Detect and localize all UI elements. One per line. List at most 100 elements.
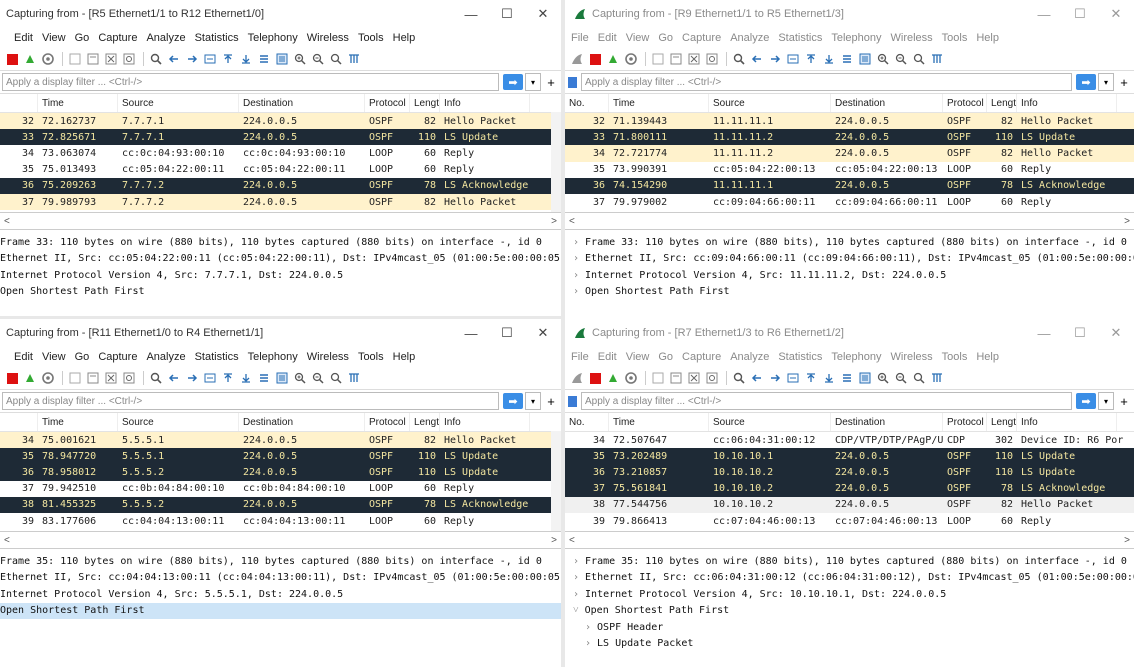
stop-capture-icon[interactable] [4,51,20,67]
menu-capture[interactable]: Capture [682,32,721,44]
col-destination[interactable]: Destination [239,94,365,112]
maximize-button[interactable]: ☐ [1062,319,1098,347]
menu-view[interactable]: View [626,351,650,363]
col-no[interactable]: No. [565,413,609,431]
first-packet-icon[interactable] [220,370,236,386]
find-packet-icon[interactable] [148,370,164,386]
col-length[interactable]: Length [410,94,440,112]
col-source[interactable]: Source [709,94,831,112]
stop-capture-icon[interactable] [587,370,603,386]
apply-filter-button[interactable]: ➡ [1076,74,1096,90]
reload-icon[interactable] [121,370,137,386]
first-packet-icon[interactable] [803,370,819,386]
packet-row[interactable]: 34 73.063074 cc:0c:04:93:00:10 cc:0c:04:93:… [0,145,561,162]
detail-ipv4[interactable]: Internet Protocol Version 4, Src: 5.5.5.… [0,586,561,603]
close-file-icon[interactable] [103,370,119,386]
detail-ospf[interactable]: ˅ Open Shortest Path First [573,603,1134,620]
col-destination[interactable]: Destination [831,413,943,431]
go-back-icon[interactable] [749,370,765,386]
restart-capture-icon[interactable] [605,370,621,386]
restart-capture-icon[interactable] [22,370,38,386]
menu-file[interactable]: File [571,351,589,363]
close-file-icon[interactable] [686,370,702,386]
apply-filter-button[interactable]: ➡ [1076,393,1096,409]
normal-size-icon[interactable] [911,370,927,386]
resize-columns-icon[interactable] [346,370,362,386]
col-protocol[interactable]: Protocol [365,94,410,112]
autoscroll-icon[interactable] [256,51,272,67]
menu-edit[interactable]: Edit [14,351,33,363]
maximize-button[interactable]: ☐ [1062,0,1098,28]
menu-go[interactable]: Go [75,32,90,44]
col-length[interactable]: Length [987,94,1017,112]
packet-list-scrollbar[interactable] [551,112,561,212]
close-button[interactable]: ✕ [1098,0,1134,28]
filter-history-dropdown[interactable]: ▾ [1098,73,1114,91]
reload-icon[interactable] [704,370,720,386]
zoom-in-icon[interactable] [875,51,891,67]
col-source[interactable]: Source [118,413,239,431]
packet-row[interactable]: 34 75.001621 5.5.5.1 224.0.0.5 OSPF 82 Hello P… [0,432,561,449]
add-filter-button[interactable]: + [544,75,558,90]
detail-ethernet[interactable]: › Ethernet II, Src: cc:09:04:66:00:11 (cc… [573,251,1134,268]
detail-ospf[interactable]: Open Shortest Path First [0,284,561,301]
title-bar[interactable]: Capturing from - [R5 Ethernet1/1 to R12 … [0,0,561,28]
resize-columns-icon[interactable] [346,51,362,67]
display-filter-input[interactable]: Apply a display filter ... <Ctrl-/> [2,73,499,91]
capture-options-icon[interactable] [40,370,56,386]
filter-history-dropdown[interactable]: ▾ [1098,392,1114,410]
menu-edit[interactable]: Edit [598,351,617,363]
packet-row[interactable]: 35 73.990391 cc:05:04:22:00:13 cc:05:04:22:… [565,161,1134,178]
maximize-button[interactable]: ☐ [489,319,525,347]
open-file-icon[interactable] [67,370,83,386]
menu-analyze[interactable]: Analyze [146,351,185,363]
zoom-in-icon[interactable] [875,370,891,386]
display-filter-input[interactable]: Apply a display filter ... <Ctrl-/> [2,392,499,410]
normal-size-icon[interactable] [328,51,344,67]
zoom-out-icon[interactable] [310,370,326,386]
find-packet-icon[interactable] [731,51,747,67]
menu-statistics[interactable]: Statistics [195,351,239,363]
minimize-button[interactable]: — [453,0,489,28]
filter-bookmark-icon[interactable] [568,76,577,88]
menu-tools[interactable]: Tools [358,32,384,44]
menu-statistics[interactable]: Statistics [778,32,822,44]
packet-list-hscroll[interactable]: < > [565,532,1134,549]
packet-row[interactable]: 36 73.210857 10.10.10.2 224.0.0.5 OSPF 110 LS … [565,464,1134,481]
menu-telephony[interactable]: Telephony [248,32,298,44]
col-source[interactable]: Source [709,413,831,431]
capture-options-icon[interactable] [623,51,639,67]
display-filter-input[interactable]: Apply a display filter ... <Ctrl-/> [581,73,1072,91]
colorize-icon[interactable] [857,51,873,67]
title-bar[interactable]: Capturing from - [R9 Ethernet1/1 to R5 E… [565,0,1134,28]
menu-wireless[interactable]: Wireless [307,32,349,44]
packet-row[interactable]: 33 72.825671 7.7.7.1 224.0.0.5 OSPF 110 LS Upd… [0,129,561,146]
find-packet-icon[interactable] [731,370,747,386]
autoscroll-icon[interactable] [839,51,855,67]
normal-size-icon[interactable] [911,51,927,67]
col-length[interactable]: Length [987,413,1017,431]
packet-row[interactable]: 37 79.989793 7.7.7.2 224.0.0.5 OSPF 82 Hello P… [0,193,561,211]
col-time[interactable]: Time [38,413,118,431]
col-time[interactable]: Time [609,94,709,112]
packet-list-hscroll[interactable]: < > [0,532,561,549]
menu-tools[interactable]: Tools [942,351,968,363]
open-file-icon[interactable] [650,51,666,67]
menu-wireless[interactable]: Wireless [891,351,933,363]
close-button[interactable]: ✕ [525,0,561,28]
filter-history-dropdown[interactable]: ▾ [525,73,541,91]
menu-edit[interactable]: Edit [14,32,33,44]
go-to-packet-icon[interactable] [202,51,218,67]
packet-row[interactable]: 39 83.177606 cc:04:04:13:00:11 cc:04:04:13:… [0,512,561,530]
packet-row[interactable]: 36 74.154290 11.11.11.1 224.0.0.5 OSPF 78 LS A… [565,177,1134,194]
menu-tools[interactable]: Tools [942,32,968,44]
zoom-in-icon[interactable] [292,51,308,67]
detail-frame[interactable]: › Frame 33: 110 bytes on wire (880 bits),… [573,234,1134,251]
close-button[interactable]: ✕ [525,319,561,347]
save-file-icon[interactable] [85,51,101,67]
col-destination[interactable]: Destination [831,94,943,112]
packet-row[interactable]: 35 73.202489 10.10.10.1 224.0.0.5 OSPF 110 LS … [565,448,1134,465]
menu-statistics[interactable]: Statistics [195,32,239,44]
go-back-icon[interactable] [166,51,182,67]
menu-tools[interactable]: Tools [358,351,384,363]
